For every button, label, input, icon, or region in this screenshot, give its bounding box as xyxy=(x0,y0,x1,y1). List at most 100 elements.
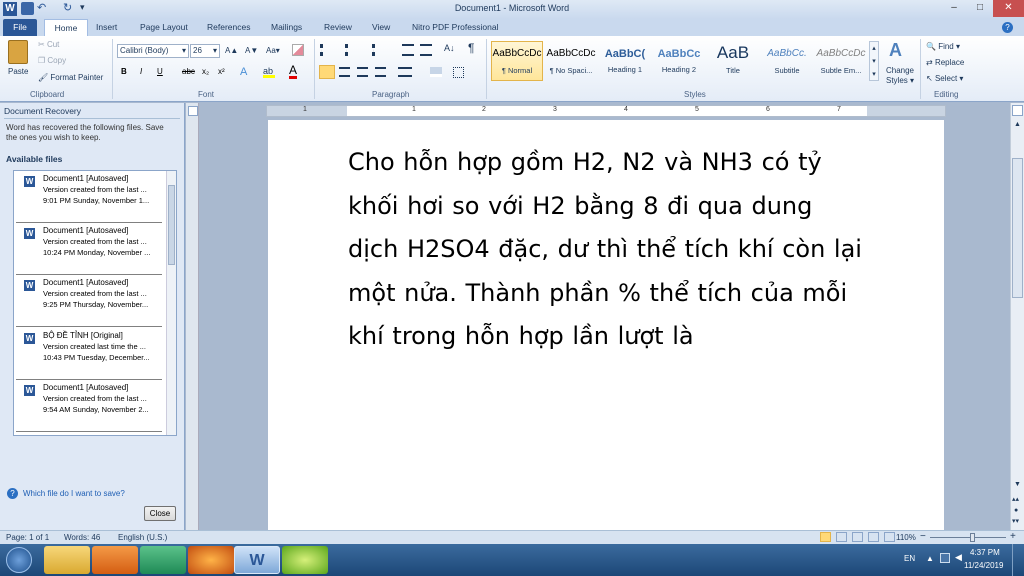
full-screen-reading-icon[interactable] xyxy=(836,532,847,542)
line-spacing-icon[interactable] xyxy=(398,67,412,77)
style-subtle-emphasis[interactable]: AaBbCcDc Subtle Em... xyxy=(815,41,867,81)
shrink-font-button[interactable]: A▼ xyxy=(245,46,258,56)
tab-view[interactable]: View xyxy=(366,19,396,36)
language-indicator[interactable]: English (U.S.) xyxy=(118,533,167,542)
align-left-icon[interactable] xyxy=(319,65,335,79)
tab-review[interactable]: Review xyxy=(318,19,358,36)
next-page-icon[interactable]: ▾▾ xyxy=(1012,517,1019,525)
find-button[interactable]: 🔍 Find ▾ xyxy=(926,42,960,52)
horizontal-ruler[interactable]: 1 1 2 3 4 5 6 7 xyxy=(266,105,946,117)
tab-insert[interactable]: Insert xyxy=(90,19,123,36)
highlight-icon[interactable]: ab xyxy=(263,66,275,78)
scroll-thumb[interactable] xyxy=(168,185,175,265)
page-count[interactable]: Page: 1 of 1 xyxy=(6,533,49,542)
clear-formatting-button[interactable] xyxy=(292,44,304,56)
style-title[interactable]: AaB Title xyxy=(707,41,759,81)
paste-icon[interactable] xyxy=(8,40,28,64)
font-size-select[interactable]: 26 ▾ xyxy=(190,44,220,58)
ruler-toggle-icon[interactable] xyxy=(188,106,198,116)
style-normal[interactable]: AaBbCcDc ¶ Normal xyxy=(491,41,543,81)
tab-nitro-pdf[interactable]: Nitro PDF Professional xyxy=(406,19,504,36)
style-heading-1[interactable]: AaBbC(Heading 1 xyxy=(599,41,651,81)
start-button-icon[interactable] xyxy=(6,547,32,573)
tab-mailings[interactable]: Mailings xyxy=(265,19,308,36)
tab-page-layout[interactable]: Page Layout xyxy=(134,19,194,36)
styles-scroll[interactable]: ▴ ▾ ▾ xyxy=(869,41,879,81)
subscript-button[interactable]: x₂ xyxy=(202,67,209,77)
underline-button[interactable]: U xyxy=(157,67,163,77)
font-color-icon[interactable]: A xyxy=(289,64,298,79)
clock-date[interactable]: 11/24/2019 xyxy=(964,561,1003,570)
word-count[interactable]: Words: 46 xyxy=(64,533,100,542)
bullets-icon[interactable] xyxy=(320,44,334,56)
outline-icon[interactable] xyxy=(868,532,879,542)
justify-icon[interactable] xyxy=(375,67,386,77)
list-item[interactable]: W BỘ ĐỀ TỈNH [Original] Version created … xyxy=(16,328,162,380)
tab-references[interactable]: References xyxy=(201,19,256,36)
zoom-level[interactable]: 110% xyxy=(896,533,916,542)
green-app-icon[interactable] xyxy=(282,546,328,574)
language-bar[interactable]: EN xyxy=(904,554,915,563)
which-file-help-link[interactable]: Which file do I want to save? xyxy=(23,489,125,498)
network-icon[interactable] xyxy=(940,553,950,563)
media-player-icon[interactable] xyxy=(92,546,138,574)
zoom-slider[interactable] xyxy=(930,537,1006,538)
list-scrollbar[interactable] xyxy=(166,171,176,435)
font-name-select[interactable]: Calibri (Body) ▾ xyxy=(117,44,189,58)
minimize-button[interactable]: – xyxy=(941,0,967,17)
shading-icon[interactable] xyxy=(430,67,442,77)
scroll-down-icon[interactable]: ▼ xyxy=(1012,481,1023,491)
help-icon[interactable]: ? xyxy=(1002,22,1013,33)
clock-time[interactable]: 4:37 PM xyxy=(970,548,1000,557)
close-recovery-button[interactable]: Close xyxy=(144,506,176,521)
volume-icon[interactable]: ◀ xyxy=(955,552,962,563)
scroll-up-icon[interactable]: ▲ xyxy=(1012,121,1023,131)
format-painter-button[interactable]: 🖌 Format Painter xyxy=(38,73,103,83)
close-button[interactable]: ✕ xyxy=(993,0,1024,17)
firefox-icon[interactable] xyxy=(188,546,234,574)
ruler-view-icon[interactable] xyxy=(1012,105,1023,116)
zoom-in-icon[interactable]: + xyxy=(1010,531,1016,542)
multilevel-list-icon[interactable] xyxy=(372,44,386,56)
change-styles-icon[interactable]: A xyxy=(889,40,902,61)
numbering-icon[interactable] xyxy=(345,44,359,56)
select-browse-object-icon[interactable]: ● xyxy=(1014,507,1018,514)
style-no-spacing[interactable]: AaBbCcDc ¶ No Spaci... xyxy=(545,41,597,81)
style-subtitle[interactable]: AaBbCc. Subtitle xyxy=(761,41,813,81)
previous-page-icon[interactable]: ▴▴ xyxy=(1012,495,1019,503)
replace-button[interactable]: ⇄ Replace xyxy=(926,58,964,68)
align-center-icon[interactable] xyxy=(339,67,350,77)
paste-button[interactable]: Paste xyxy=(8,67,28,77)
strikethrough-button[interactable]: abc xyxy=(182,67,195,77)
list-item[interactable]: W Document1 [Autosaved] Version created … xyxy=(16,171,162,223)
sort-icon[interactable]: A↓ xyxy=(444,43,455,53)
print-layout-icon[interactable] xyxy=(820,532,831,542)
file-explorer-icon[interactable] xyxy=(44,546,90,574)
copy-button[interactable]: ❐ Copy xyxy=(38,56,66,66)
change-case-button[interactable]: Aa▾ xyxy=(266,46,280,56)
web-layout-icon[interactable] xyxy=(852,532,863,542)
bold-button[interactable]: B xyxy=(121,67,127,77)
zoom-out-icon[interactable]: − xyxy=(920,531,926,542)
italic-button[interactable]: I xyxy=(140,67,142,77)
word-taskbar-icon[interactable]: W xyxy=(234,546,280,574)
list-item[interactable]: W Document1 [Autosaved] Version created … xyxy=(16,380,162,432)
decrease-indent-icon[interactable] xyxy=(402,44,414,56)
select-button[interactable]: ↖ Select ▾ xyxy=(926,74,963,84)
text-effects-icon[interactable]: A xyxy=(240,66,247,78)
tray-expand-icon[interactable]: ▲ xyxy=(926,554,934,563)
list-item[interactable]: W Document1 [Autosaved] Version created … xyxy=(16,223,162,275)
show-formatting-icon[interactable]: ¶ xyxy=(468,41,474,55)
app-icon[interactable] xyxy=(140,546,186,574)
align-right-icon[interactable] xyxy=(357,67,368,77)
document-body-text[interactable]: Cho hỗn hợp gồm H2, N2 và NH3 có tỷ khối… xyxy=(348,141,868,359)
cut-button[interactable]: ✂ Cut xyxy=(38,40,59,50)
tab-file[interactable]: File xyxy=(3,19,37,36)
style-heading-2[interactable]: AaBbCc Heading 2 xyxy=(653,41,705,81)
list-item[interactable]: W Document1 [Autosaved] Version created … xyxy=(16,275,162,327)
show-desktop-button[interactable] xyxy=(1012,544,1024,576)
increase-indent-icon[interactable] xyxy=(420,44,432,56)
change-styles-button[interactable]: Change Styles ▾ xyxy=(884,66,916,86)
zoom-slider-thumb[interactable] xyxy=(970,533,975,542)
maximize-button[interactable]: □ xyxy=(967,0,993,17)
